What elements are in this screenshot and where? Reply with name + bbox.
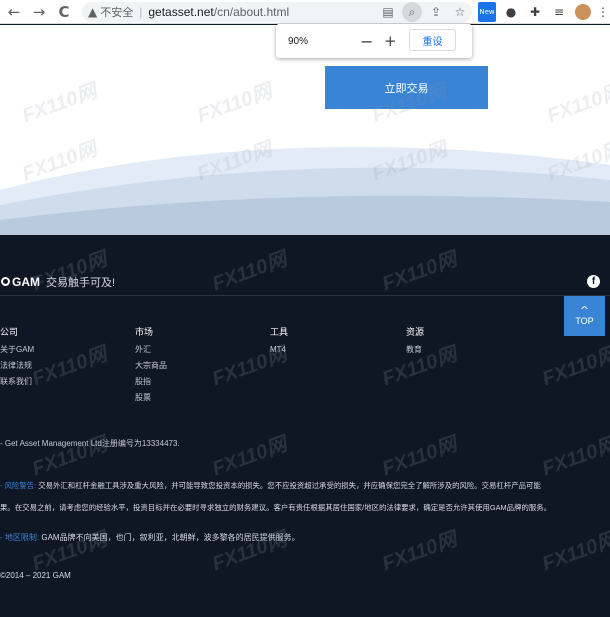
copyright: ©2014 – 2021 GAM [0,571,71,580]
watermark: FX110网 [539,433,610,481]
share-icon[interactable]: ⇪ [426,2,446,22]
zoom-popup: 90% − + 重设 [276,24,472,58]
risk-warning-text: 果。在交易之前，请考虑您的经验水平，投资目标并在必要时寻求独立的财务建议。客户有… [0,503,552,512]
footer-brand-row: GAM 交易触手可及! f [0,268,610,296]
footer-link-stocks[interactable]: 股票 [135,391,167,407]
footer-link-contact[interactable]: 联系我们 [0,375,34,391]
zoom-reset-button[interactable]: 重设 [409,29,456,51]
forward-button[interactable]: → [28,1,50,23]
footer-column-resources: 资源 教育 [406,325,424,359]
region-restriction-tag: - 地区限制: [0,533,40,542]
security-label: 不安全 [100,7,134,19]
watermark: FX110网 [29,343,110,391]
trade-now-button[interactable]: 立即交易 [325,66,488,109]
reload-button[interactable]: C [53,1,75,23]
zoom-out-button[interactable]: − [360,32,373,51]
watermark: FX110网 [539,343,610,391]
back-button[interactable]: ← [3,1,25,23]
column-title: 资源 [406,327,425,337]
logo-mark-icon [1,277,10,286]
site-footer: GAM 交易触手可及! f ^ TOP 公司 关于GAM 法律法规 联系我们 市… [0,235,610,617]
menu-icon[interactable]: ⋮ [597,2,609,22]
watermark: FX110网 [29,528,110,576]
footer-link-indices[interactable]: 股指 [135,375,167,391]
reading-list-icon[interactable]: ≡ [551,2,567,22]
url-text: getasset.net/cn/about.html [148,5,289,19]
risk-warning-line: - 风险警告: 交易外汇和杠杆金融工具涉及重大风险，并可能导致您投资本的损失。您… [0,475,610,497]
puzzle-icon[interactable]: ✚ [527,2,543,22]
watermark: FX110网 [29,433,110,481]
gam-logo[interactable]: GAM [0,275,40,289]
column-title: 工具 [270,327,289,337]
browser-toolbar: ← → C ▲ 不安全 | getasset.net/cn/about.html… [0,0,610,24]
footer-link-mt4[interactable]: MT4 [270,343,288,359]
watermark: FX110网 [379,528,460,576]
reload-icon: C [58,3,70,21]
top-label: TOP [575,316,594,326]
risk-warning-text: 交易外汇和杠杆金融工具涉及重大风险，并可能导致您投资本的损失。您不应投资超过承受… [38,481,541,490]
zoom-level: 90% [288,35,309,47]
slogan: 交易触手可及! [46,276,116,289]
divider: | [139,5,143,19]
back-icon: ← [7,3,21,21]
registration-text: - Get Asset Management Ltd注册编号为13334473. [0,439,180,448]
chevron-up-icon: ^ [579,304,590,317]
url-path: /cn/about.html [213,5,290,19]
footer-link-commodities[interactable]: 大宗商品 [135,359,167,375]
zoom-icon[interactable]: ⌕ [402,2,422,22]
watermark: FX110网 [209,528,290,576]
profile-avatar[interactable] [575,4,591,20]
warning-icon: ▲ [88,5,98,19]
risk-warning: - 风险警告: 交易外汇和杠杆金融工具涉及重大风险，并可能导致您投资本的损失。您… [0,475,610,519]
address-bar[interactable]: ▲ 不安全 | getasset.net/cn/about.html ▤ ⌕ ⇪… [82,2,472,22]
footer-column-markets: 市场 外汇 大宗商品 股指 股票 [135,325,167,407]
new-extension-icon[interactable]: New [478,2,496,22]
translate-icon[interactable]: ▤ [378,2,398,22]
risk-warning-line: 果。在交易之前，请考虑您的经验水平，投资目标并在必要时寻求独立的财务建议。客户有… [0,497,610,519]
extension-icon[interactable]: ● [503,2,519,22]
footer-column-company: 公司 关于GAM 法律法规 联系我们 [0,325,34,391]
watermark: FX110网 [539,528,610,576]
region-restriction-text: GAM品牌不向美国，也门，叙利亚，北朝鲜，波多黎各的居民提供服务。 [41,533,300,542]
back-to-top-button[interactable]: ^ TOP [564,296,605,336]
region-restriction: - 地区限制: GAM品牌不向美国，也门，叙利亚，北朝鲜，波多黎各的居民提供服务… [0,532,300,543]
column-title: 市场 [135,327,154,337]
zoom-in-button[interactable]: + [384,32,397,50]
bookmark-star-icon[interactable]: ☆ [450,2,470,22]
footer-link-about[interactable]: 关于GAM [0,343,34,359]
logo-text: GAM [12,274,40,289]
facebook-icon[interactable]: f [587,275,600,288]
footer-column-tools: 工具 MT4 [270,325,288,359]
footer-link-legal[interactable]: 法律法规 [0,359,34,375]
footer-link-forex[interactable]: 外汇 [135,343,167,359]
wave-decoration [0,146,610,235]
footer-link-education[interactable]: 教育 [406,343,424,359]
watermark: FX110网 [379,433,460,481]
column-title: 公司 [0,327,19,337]
url-domain: getasset.net [148,5,214,19]
forward-icon: → [32,3,46,21]
risk-warning-tag: - 风险警告: [0,481,37,490]
watermark: FX110网 [209,433,290,481]
